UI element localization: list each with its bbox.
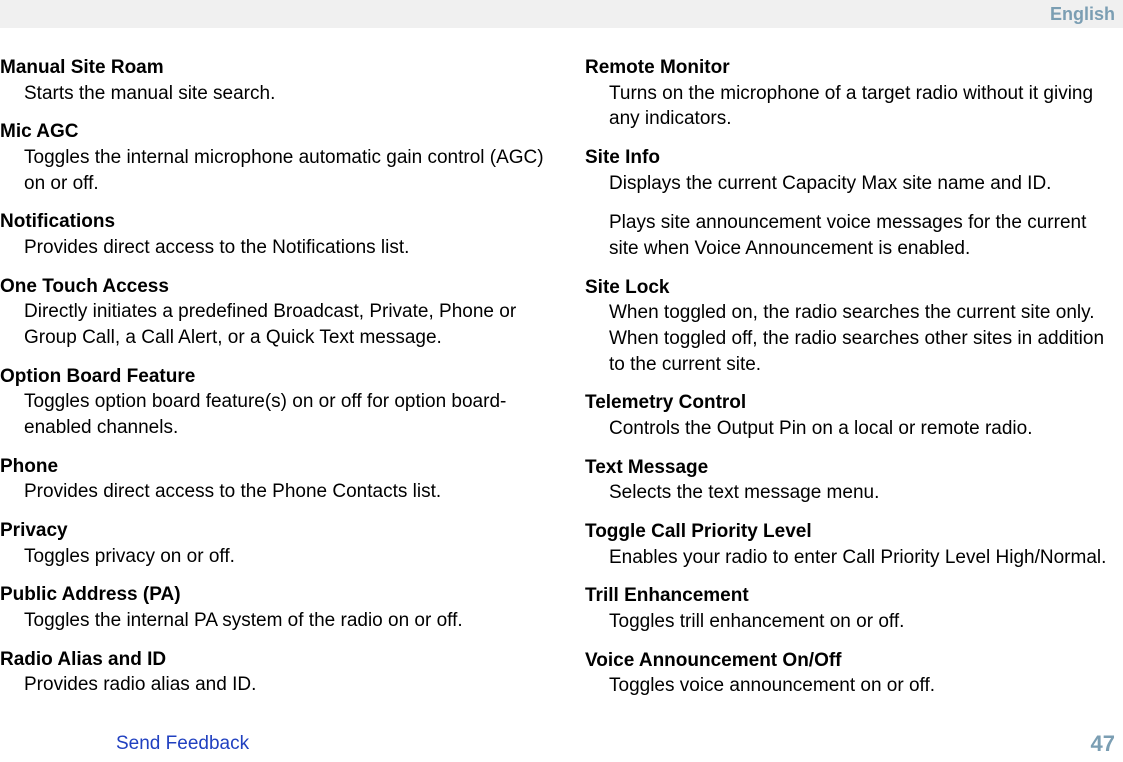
definition-entry: Text Message Selects the text message me… [585,456,1108,506]
entry-title: Site Info [585,146,1108,171]
footer: Send Feedback 47 [0,731,1123,757]
content-area: Manual Site Roam Starts the manual site … [0,28,1123,713]
language-label: English [1050,4,1115,25]
entry-title: Telemetry Control [585,391,1108,416]
page-number: 47 [1091,731,1115,757]
definition-entry: Manual Site Roam Starts the manual site … [0,56,553,106]
send-feedback-link[interactable]: Send Feedback [116,733,249,755]
entry-title: Mic AGC [0,120,553,145]
left-column: Manual Site Roam Starts the manual site … [0,56,565,713]
definition-entry: Radio Alias and ID Provides radio alias … [0,648,553,698]
definition-entry: Site Info Displays the current Capacity … [585,146,1108,262]
definition-entry: Telemetry Control Controls the Output Pi… [585,391,1108,441]
entry-title: Trill Enhancement [585,584,1108,609]
entry-desc: Enables your radio to enter Call Priorit… [585,545,1108,571]
definition-entry: Voice Announcement On/Off Toggles voice … [585,649,1108,699]
entry-desc: Toggles the internal microphone automati… [0,145,553,196]
entry-desc: Directly initiates a predefined Broadcas… [0,299,553,350]
entry-title: Toggle Call Priority Level [585,520,1108,545]
definition-entry: Notifications Provides direct access to … [0,210,553,260]
definition-entry: Mic AGC Toggles the internal microphone … [0,120,553,196]
entry-title: Voice Announcement On/Off [585,649,1108,674]
definition-entry: One Touch Access Directly initiates a pr… [0,275,553,351]
header-bar: English [0,0,1123,28]
entry-desc: Selects the text message menu. [585,480,1108,506]
entry-title: Site Lock [585,276,1108,301]
entry-desc: Turns on the microphone of a target radi… [585,81,1108,132]
entry-desc: Displays the current Capacity Max site n… [585,171,1108,197]
definition-entry: Trill Enhancement Toggles trill enhancem… [585,584,1108,634]
definition-entry: Option Board Feature Toggles option boar… [0,365,553,441]
entry-title: Manual Site Roam [0,56,553,81]
entry-title: Privacy [0,519,553,544]
entry-desc: Controls the Output Pin on a local or re… [585,416,1108,442]
definition-entry: Privacy Toggles privacy on or off. [0,519,553,569]
definition-entry: Phone Provides direct access to the Phon… [0,455,553,505]
definition-entry: Site Lock When toggled on, the radio sea… [585,276,1108,378]
entry-desc: Toggles the internal PA system of the ra… [0,608,553,634]
entry-desc: Provides direct access to the Notificati… [0,235,553,261]
entry-title: One Touch Access [0,275,553,300]
definition-entry: Public Address (PA) Toggles the internal… [0,583,553,633]
entry-desc: Toggles privacy on or off. [0,544,553,570]
definition-entry: Remote Monitor Turns on the microphone o… [585,56,1108,132]
entry-desc: Plays site announcement voice messages f… [585,210,1108,261]
entry-desc: When toggled on, the radio searches the … [585,300,1108,377]
entry-title: Radio Alias and ID [0,648,553,673]
entry-title: Notifications [0,210,553,235]
entry-desc: Provides direct access to the Phone Cont… [0,479,553,505]
entry-title: Text Message [585,456,1108,481]
entry-title: Remote Monitor [585,56,1108,81]
entry-desc: Starts the manual site search. [0,81,553,107]
entry-desc: Toggles trill enhancement on or off. [585,609,1108,635]
entry-title: Phone [0,455,553,480]
entry-desc: Toggles voice announcement on or off. [585,673,1108,699]
entry-desc: Provides radio alias and ID. [0,672,553,698]
definition-entry: Toggle Call Priority Level Enables your … [585,520,1108,570]
entry-title: Option Board Feature [0,365,553,390]
right-column: Remote Monitor Turns on the microphone o… [565,56,1120,713]
entry-title: Public Address (PA) [0,583,553,608]
entry-desc: Toggles option board feature(s) on or of… [0,389,553,440]
